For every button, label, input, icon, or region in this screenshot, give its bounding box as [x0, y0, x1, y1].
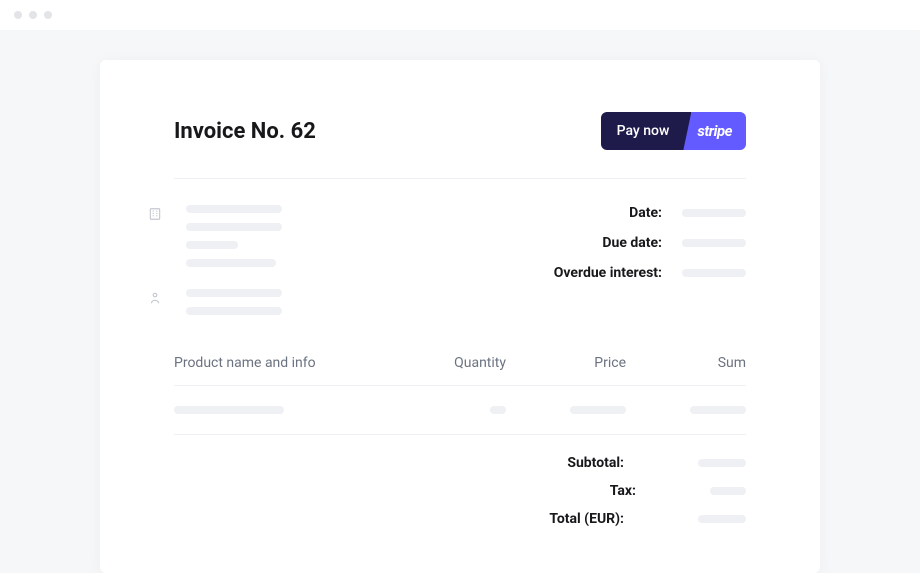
pay-now-label: Pay now	[601, 112, 692, 150]
person-icon	[148, 291, 162, 305]
invoice-title: Invoice No. 62	[174, 119, 316, 144]
meta-due-date-label: Due date:	[602, 235, 662, 251]
company-placeholder	[186, 205, 282, 267]
meta-due-date-value	[682, 239, 746, 247]
window-dot	[44, 11, 52, 19]
invoice-info: Date: Due date: Overdue interest:	[174, 205, 746, 315]
subtotal-value	[698, 459, 746, 467]
subtotal-label: Subtotal:	[567, 455, 624, 471]
tax-label: Tax:	[610, 483, 636, 499]
invoice-header: Invoice No. 62 Pay now stripe	[174, 112, 746, 150]
customer-placeholder	[186, 289, 282, 315]
line-item-name-placeholder	[174, 406, 284, 414]
divider	[174, 178, 746, 179]
pay-now-button[interactable]: Pay now stripe	[601, 112, 746, 150]
col-header-name: Product name and info	[174, 355, 416, 371]
tax-value	[710, 487, 746, 495]
line-item-qty-placeholder	[490, 406, 506, 414]
invoice-meta: Date: Due date: Overdue interest:	[554, 205, 746, 315]
col-header-sum: Sum	[626, 355, 746, 371]
stripe-logo: stripe	[683, 112, 746, 150]
invoice-card: Invoice No. 62 Pay now stripe	[100, 60, 820, 573]
total-label: Total (EUR):	[549, 511, 624, 527]
totals-block: Subtotal: Tax: Total (EUR):	[174, 449, 746, 533]
total-value	[698, 515, 746, 523]
line-item-row	[174, 386, 746, 435]
sender-recipient-block	[174, 205, 282, 315]
browser-chrome	[0, 0, 920, 30]
window-dot	[14, 11, 22, 19]
line-items-header: Product name and info Quantity Price Sum	[174, 355, 746, 386]
line-item-price-placeholder	[570, 406, 626, 414]
line-item-sum-placeholder	[690, 406, 746, 414]
meta-overdue-value	[682, 269, 746, 277]
window-dot	[29, 11, 37, 19]
meta-date-label: Date:	[629, 205, 662, 221]
col-header-qty: Quantity	[416, 355, 506, 371]
building-icon	[148, 207, 162, 221]
meta-overdue-label: Overdue interest:	[554, 265, 662, 281]
meta-date-value	[682, 209, 746, 217]
col-header-price: Price	[506, 355, 626, 371]
